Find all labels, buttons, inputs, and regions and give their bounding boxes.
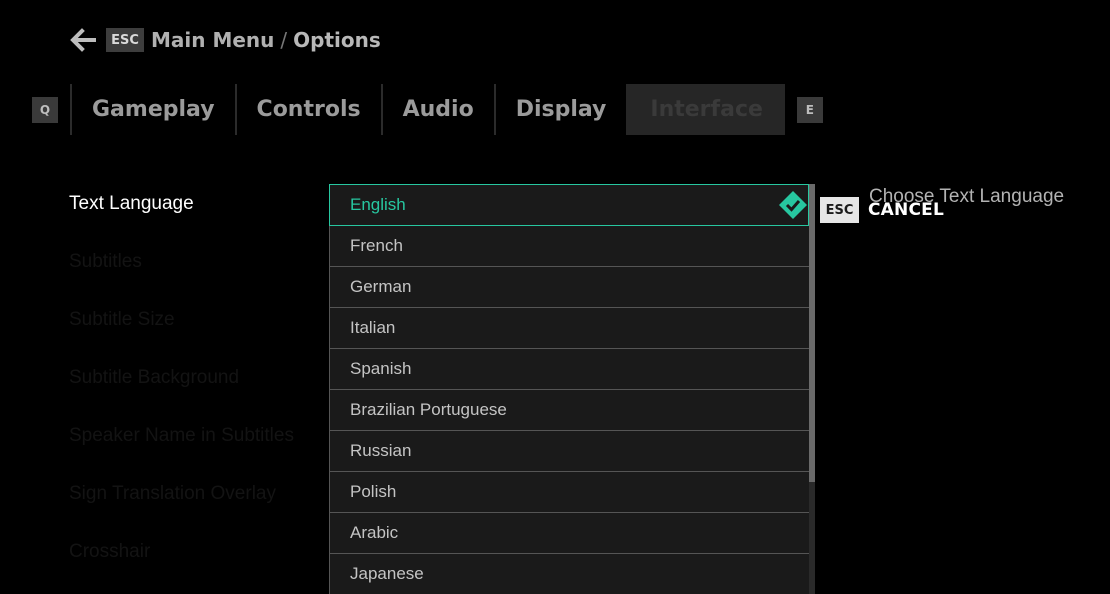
language-option-brazilian-portuguese[interactable]: Brazilian Portuguese (329, 390, 809, 431)
tab-gameplay[interactable]: Gameplay (70, 84, 235, 135)
dropdown-scrollbar[interactable] (809, 184, 815, 594)
prev-tab-key[interactable]: Q (32, 96, 58, 123)
language-option-italian[interactable]: Italian (329, 308, 809, 349)
options-screen: ESC Main Menu / Options Q Gameplay Contr… (0, 0, 1110, 594)
next-tab-key[interactable]: E (796, 96, 823, 123)
tab-display[interactable]: Display (493, 84, 627, 135)
check-diamond-icon (778, 190, 808, 220)
setting-subtitle-background[interactable]: Subtitle Background (69, 367, 239, 389)
breadcrumb-options: Options (293, 28, 381, 52)
tab-interface[interactable]: Interface (626, 84, 785, 135)
tab-bar: Q Gameplay Controls Audio Display Interf… (32, 84, 823, 135)
setting-crosshair[interactable]: Crosshair (69, 541, 150, 563)
cancel-esc-key: ESC (820, 197, 859, 223)
breadcrumb-separator: / (280, 28, 288, 52)
tab-controls[interactable]: Controls (234, 84, 381, 135)
language-dropdown[interactable]: English French German Italian Spanish Br… (329, 184, 815, 594)
breadcrumb-main-menu[interactable]: Main Menu (151, 28, 274, 52)
language-option-spanish[interactable]: Spanish (329, 349, 809, 390)
language-option-german[interactable]: German (329, 267, 809, 308)
esc-key-badge[interactable]: ESC (106, 28, 144, 52)
setting-speaker-name[interactable]: Speaker Name in Subtitles (69, 425, 294, 447)
setting-sign-translation[interactable]: Sign Translation Overlay (69, 483, 276, 505)
arrow-left-icon[interactable] (70, 26, 100, 54)
language-option-japanese[interactable]: Japanese (329, 554, 809, 594)
language-option-label: English (350, 195, 406, 214)
language-option-english[interactable]: English (329, 184, 809, 226)
scrollbar-thumb[interactable] (809, 184, 815, 482)
cancel-button[interactable]: ESC CANCEL (820, 197, 944, 223)
setting-subtitles[interactable]: Subtitles (69, 251, 142, 273)
language-options-list: English French German Italian Spanish Br… (329, 184, 809, 594)
language-option-russian[interactable]: Russian (329, 431, 809, 472)
language-option-polish[interactable]: Polish (329, 472, 809, 513)
tab-audio[interactable]: Audio (380, 84, 494, 135)
setting-text-language[interactable]: Text Language (69, 193, 194, 215)
setting-subtitle-size[interactable]: Subtitle Size (69, 309, 175, 331)
breadcrumb: ESC Main Menu / Options (70, 26, 381, 54)
language-option-arabic[interactable]: Arabic (329, 513, 809, 554)
cancel-label: CANCEL (868, 200, 944, 220)
language-option-french[interactable]: French (329, 226, 809, 267)
